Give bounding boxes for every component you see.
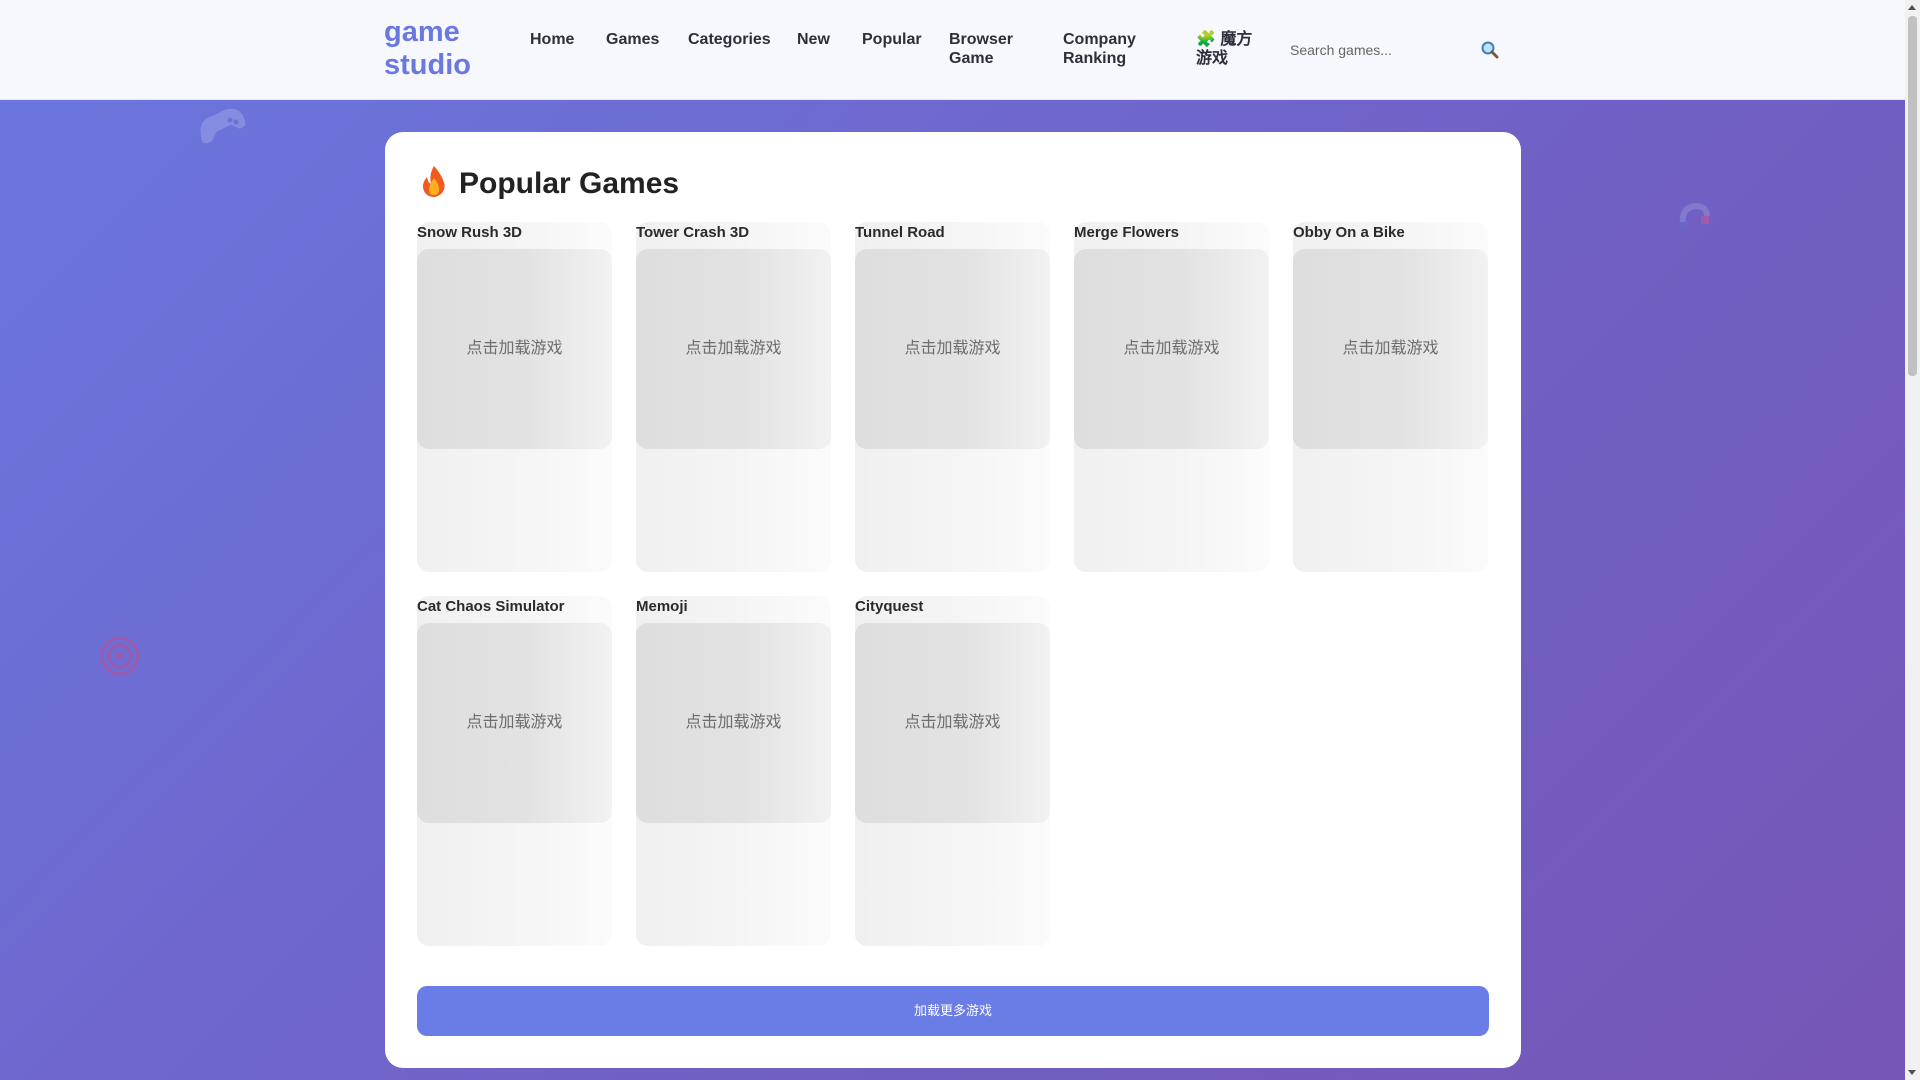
search-icon[interactable] (1480, 40, 1500, 60)
target-decoration-icon (100, 636, 140, 676)
load-more-button[interactable]: 加载更多游戏 (417, 986, 1489, 1036)
game-thumbnail[interactable]: 点击加载游戏 (1293, 249, 1488, 449)
game-title[interactable]: Snow Rush 3D (417, 224, 522, 242)
game-card[interactable]: Snow Rush 3D 点击加载游戏 (417, 222, 612, 572)
game-thumbnail[interactable]: 点击加载游戏 (417, 249, 612, 449)
section-title-text: Popular Games (459, 167, 680, 200)
game-title[interactable]: Memoji (636, 598, 688, 616)
nav-item-new[interactable]: New (797, 30, 830, 49)
nav-item-browser-game[interactable]: Browser Game (949, 30, 1031, 68)
load-game-label[interactable]: 点击加载游戏 (855, 713, 1050, 733)
site-logo[interactable]: game studio (384, 16, 494, 82)
load-game-label[interactable]: 点击加载游戏 (1074, 339, 1269, 359)
search-input[interactable] (1290, 38, 1475, 62)
gamepad-decoration-icon (200, 108, 246, 144)
game-card[interactable]: Obby On a Bike 点击加载游戏 (1293, 222, 1488, 572)
nav-item-cube-games[interactable]: 🧩 魔方游戏 (1196, 30, 1262, 68)
game-title[interactable]: Merge Flowers (1074, 224, 1179, 242)
game-thumbnail[interactable]: 点击加载游戏 (417, 623, 612, 823)
load-game-label[interactable]: 点击加载游戏 (855, 339, 1050, 359)
game-title[interactable]: Tunnel Road (855, 224, 945, 242)
game-title[interactable]: Cityquest (855, 598, 923, 616)
nav-item-popular[interactable]: Popular (862, 30, 922, 49)
game-title[interactable]: Obby On a Bike (1293, 224, 1405, 242)
game-thumbnail[interactable]: 点击加载游戏 (855, 623, 1050, 823)
game-thumbnail[interactable]: 点击加载游戏 (636, 623, 831, 823)
game-card[interactable]: Cat Chaos Simulator 点击加载游戏 (417, 596, 612, 946)
game-thumbnail[interactable]: 点击加载游戏 (636, 249, 831, 449)
game-thumbnail[interactable]: 点击加载游戏 (855, 249, 1050, 449)
scroll-up-icon[interactable] (1908, 5, 1916, 10)
load-game-label[interactable]: 点击加载游戏 (636, 339, 831, 359)
game-card[interactable]: Cityquest 点击加载游戏 (855, 596, 1050, 946)
game-thumbnail[interactable]: 点击加载游戏 (1074, 249, 1269, 449)
scroll-down-icon[interactable] (1908, 1070, 1916, 1075)
popular-games-panel: Popular Games Snow Rush 3D 点击加载游戏 Tower … (385, 132, 1521, 1068)
nav-item-categories[interactable]: Categories (688, 30, 771, 49)
search-box (1275, 28, 1510, 72)
game-card[interactable]: Memoji 点击加载游戏 (636, 596, 831, 946)
fire-icon (423, 166, 445, 197)
section-title: Popular Games (417, 162, 679, 206)
game-title[interactable]: Tower Crash 3D (636, 224, 749, 242)
scrollbar-thumb[interactable] (1908, 16, 1917, 376)
game-title[interactable]: Cat Chaos Simulator (417, 598, 565, 616)
magnet-decoration-icon (1679, 202, 1710, 228)
game-card[interactable]: Tunnel Road 点击加载游戏 (855, 222, 1050, 572)
load-game-label[interactable]: 点击加载游戏 (417, 339, 612, 359)
load-game-label[interactable]: 点击加载游戏 (417, 713, 612, 733)
nav-item-games[interactable]: Games (606, 30, 659, 49)
load-game-label[interactable]: 点击加载游戏 (636, 713, 831, 733)
site-header: game studio Home Games Categories New Po… (0, 0, 1905, 100)
game-card[interactable]: Merge Flowers 点击加载游戏 (1074, 222, 1269, 572)
load-game-label[interactable]: 点击加载游戏 (1293, 339, 1488, 359)
page-scrollbar[interactable] (1905, 0, 1920, 1080)
nav-item-company-ranking[interactable]: Company Ranking (1063, 30, 1155, 68)
nav-item-home[interactable]: Home (530, 30, 574, 49)
game-card[interactable]: Tower Crash 3D 点击加载游戏 (636, 222, 831, 572)
